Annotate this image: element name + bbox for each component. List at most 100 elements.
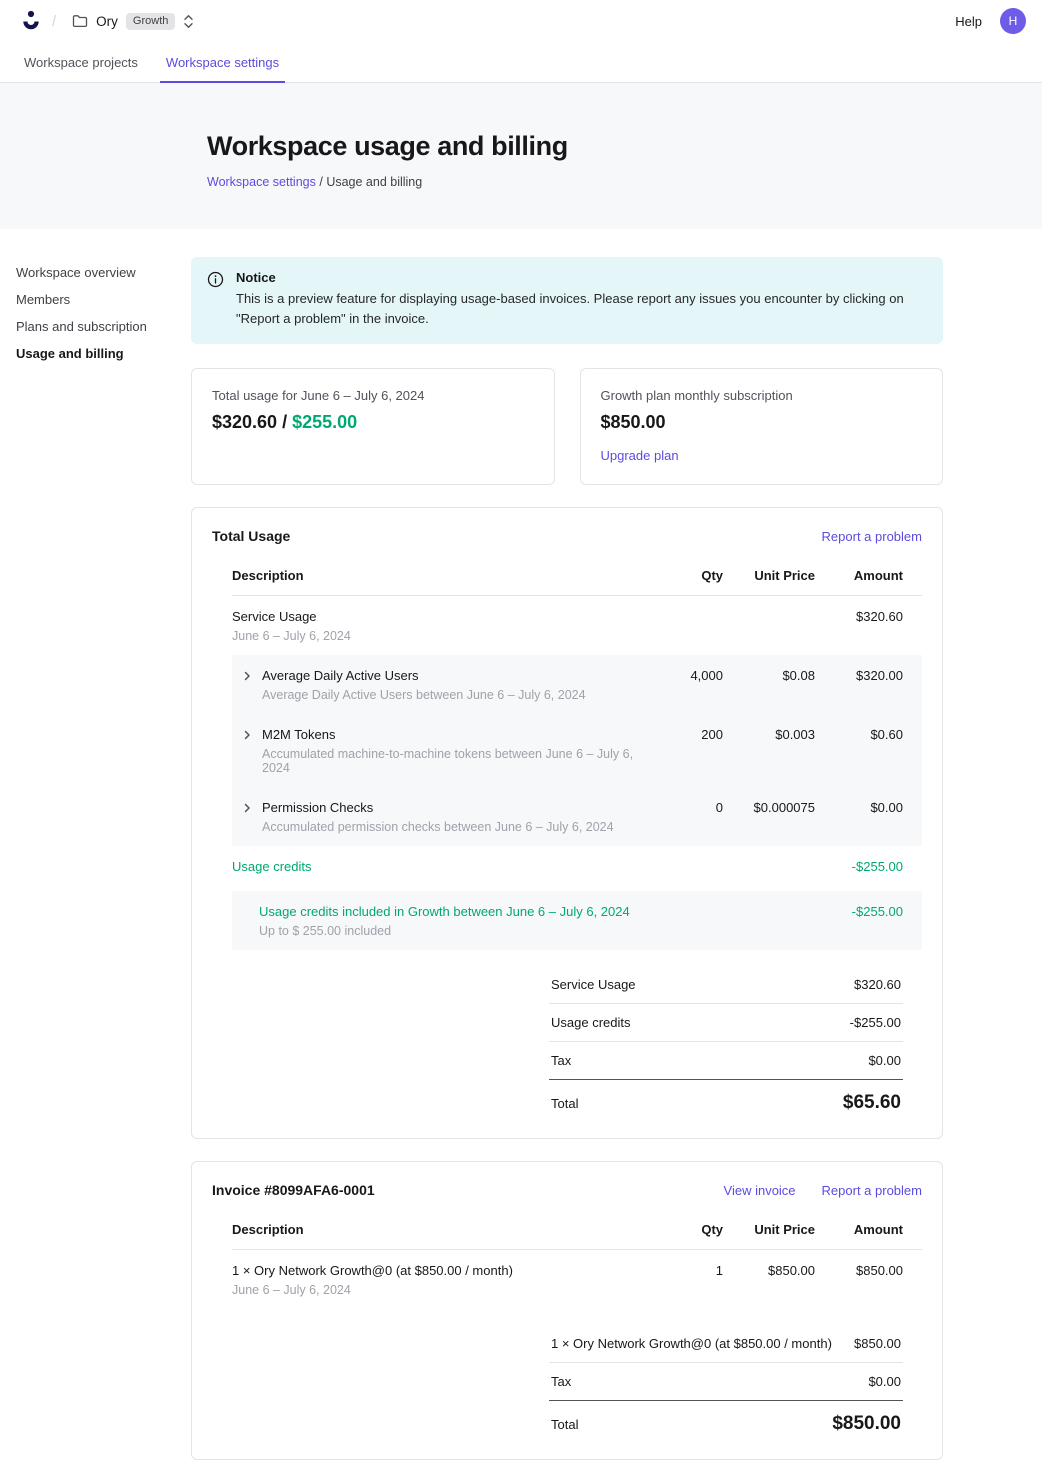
invoice-item-title: 1 × Ory Network Growth@0 (at $850.00 / m… (232, 1263, 643, 1278)
sidebar-item-usage-billing[interactable]: Usage and billing (16, 341, 191, 368)
item-qty: 4,000 (643, 668, 723, 683)
usage-spent: $320.60 (212, 412, 277, 432)
ory-logo-icon[interactable] (20, 9, 42, 33)
subscription-card: Growth plan monthly subscription $850.00… (580, 368, 944, 485)
summary-row: 1 × Ory Network Growth@0 (at $850.00 / m… (549, 1325, 903, 1363)
summary-value: $850.00 (854, 1336, 901, 1351)
page-title: Workspace usage and billing (207, 129, 1042, 163)
item-description: Accumulated permission checks between Ju… (262, 820, 614, 834)
top-bar: / Ory Growth Help H (0, 0, 1042, 42)
invoice-item-amount: $850.00 (815, 1263, 903, 1278)
total-usage-amount: $320.60 / $255.00 (212, 412, 534, 433)
sidebar-item-members[interactable]: Members (16, 287, 191, 314)
invoice-item-period: June 6 – July 6, 2024 (232, 1283, 643, 1297)
summary-value: $0.00 (868, 1374, 901, 1389)
report-problem-link[interactable]: Report a problem (822, 529, 922, 544)
tab-workspace-projects[interactable]: Workspace projects (18, 42, 144, 83)
sidebar-item-workspace-overview[interactable]: Workspace overview (16, 260, 191, 287)
usage-credits-group-row: Usage credits -$255.00 (232, 846, 922, 891)
view-invoice-link[interactable]: View invoice (724, 1183, 796, 1198)
workspace-switcher[interactable]: Ory Growth (72, 13, 194, 30)
summary-row-tax: Tax $0.00 (549, 1042, 903, 1080)
content: Workspace overview Members Plans and sub… (0, 229, 1042, 1476)
item-description: Average Daily Active Users between June … (262, 688, 586, 702)
invoice-item-unit-price: $850.00 (723, 1263, 815, 1278)
col-qty: Qty (643, 568, 723, 583)
summary-label: Tax (551, 1374, 571, 1389)
usage-panel-title: Total Usage (212, 528, 290, 544)
usage-item-row-permission-checks: Permission Checks Accumulated permission… (232, 787, 922, 846)
item-title: M2M Tokens (262, 727, 643, 742)
service-usage-amount: $320.60 (815, 609, 903, 624)
summary-label: Service Usage (551, 977, 636, 992)
summary-cards: Total usage for June 6 – July 6, 2024 $3… (191, 368, 943, 485)
invoice-links: View invoice Report a problem (724, 1183, 922, 1198)
item-amount: $320.00 (815, 668, 903, 683)
summary-row-tax: Tax $0.00 (549, 1363, 903, 1401)
workspace-tabs: Workspace projects Workspace settings (0, 42, 1042, 83)
item-qty: 0 (643, 800, 723, 815)
chevron-updown-icon (183, 14, 194, 29)
invoice-item-row: 1 × Ory Network Growth@0 (at $850.00 / m… (232, 1250, 922, 1309)
usage-credits-title: Usage credits (232, 859, 643, 874)
chevron-right-icon[interactable] (241, 801, 253, 834)
breadcrumb-current: Usage and billing (326, 175, 422, 189)
total-usage-label: Total usage for June 6 – July 6, 2024 (212, 388, 534, 403)
main-content: Notice This is a preview feature for dis… (191, 257, 943, 1460)
item-unit-price: $0.003 (723, 727, 815, 742)
service-usage-title: Service Usage (232, 609, 643, 624)
summary-label: Tax (551, 1053, 571, 1068)
summary-row: Service Usage $320.60 (549, 966, 903, 1004)
topbar-right: Help H (955, 8, 1026, 34)
usage-separator: / (277, 412, 292, 432)
tab-workspace-settings[interactable]: Workspace settings (160, 42, 285, 83)
item-amount: $0.60 (815, 727, 903, 742)
summary-total-row: Total $850.00 (549, 1401, 903, 1435)
usage-credits-amount: -$255.00 (815, 859, 903, 874)
help-link[interactable]: Help (955, 14, 982, 29)
report-problem-link[interactable]: Report a problem (822, 1183, 922, 1198)
col-description: Description (232, 1222, 643, 1237)
item-title: Permission Checks (262, 800, 614, 815)
col-unit-price: Unit Price (723, 568, 815, 583)
usage-table: Description Qty Unit Price Amount Servic… (232, 556, 922, 950)
breadcrumb-separator: / (319, 175, 322, 189)
credits-item-description: Up to $ 255.00 included (259, 924, 643, 938)
total-label: Total (551, 1417, 578, 1432)
item-amount: $0.00 (815, 800, 903, 815)
chevron-right-icon[interactable] (241, 728, 253, 775)
total-usage-card: Total usage for June 6 – July 6, 2024 $3… (191, 368, 555, 485)
sidebar-item-plans-subscription[interactable]: Plans and subscription (16, 314, 191, 341)
upgrade-plan-link[interactable]: Upgrade plan (601, 448, 679, 463)
invoice-summary: 1 × Ory Network Growth@0 (at $850.00 / m… (549, 1325, 903, 1435)
plan-badge: Growth (126, 13, 175, 30)
total-value: $65.60 (843, 1092, 901, 1114)
notice-title: Notice (236, 270, 926, 285)
notice-content: Notice This is a preview feature for dis… (236, 270, 926, 329)
invoice-panel-header: Invoice #8099AFA6-0001 View invoice Repo… (212, 1182, 922, 1198)
breadcrumb-parent-link[interactable]: Workspace settings (207, 175, 316, 189)
subscription-label: Growth plan monthly subscription (601, 388, 923, 403)
service-usage-group-row: Service Usage June 6 – July 6, 2024 $320… (232, 596, 922, 655)
breadcrumb: Workspace settings / Usage and billing (207, 175, 1042, 189)
invoice-table: Description Qty Unit Price Amount 1 × Or… (232, 1210, 922, 1309)
summary-total-row: Total $65.60 (549, 1080, 903, 1114)
total-usage-panel: Total Usage Report a problem Description… (191, 507, 943, 1139)
usage-panel-header: Total Usage Report a problem (212, 528, 922, 544)
summary-value: $0.00 (868, 1053, 901, 1068)
notice-body: This is a preview feature for displaying… (236, 289, 926, 329)
item-title: Average Daily Active Users (262, 668, 586, 683)
invoice-title: Invoice #8099AFA6-0001 (212, 1182, 375, 1198)
invoice-table-header: Description Qty Unit Price Amount (232, 1210, 922, 1250)
summary-label: 1 × Ory Network Growth@0 (at $850.00 / m… (551, 1336, 832, 1351)
col-qty: Qty (643, 1222, 723, 1237)
info-icon (207, 271, 224, 329)
usage-item-row-adau: Average Daily Active Users Average Daily… (232, 655, 922, 714)
breadcrumb-slash: / (52, 13, 56, 30)
summary-value: -$255.00 (850, 1015, 901, 1030)
summary-value: $320.60 (854, 977, 901, 992)
item-unit-price: $0.08 (723, 668, 815, 683)
chevron-right-icon[interactable] (241, 669, 253, 702)
summary-label: Usage credits (551, 1015, 630, 1030)
avatar[interactable]: H (1000, 8, 1026, 34)
